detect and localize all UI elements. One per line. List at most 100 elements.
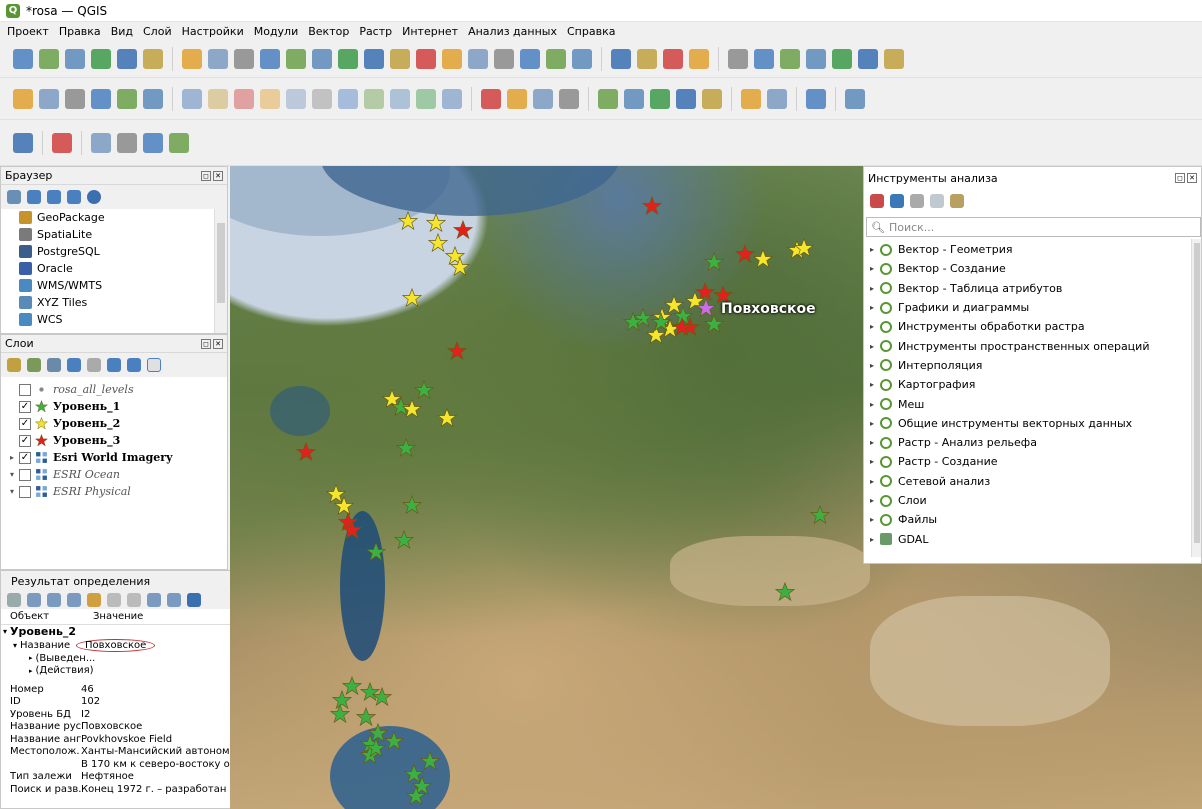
menu-item-0[interactable]: Проект <box>2 25 54 38</box>
collapse-all-icon[interactable] <box>67 190 81 204</box>
digitize-line-icon[interactable] <box>182 88 202 109</box>
new-3d-view-icon[interactable] <box>468 48 488 69</box>
browser-item-0[interactable]: GeoPackage <box>1 209 227 226</box>
expand-arrow-icon[interactable]: ▸ <box>864 284 880 293</box>
options-icon[interactable] <box>950 194 964 208</box>
processing-icon[interactable] <box>52 132 72 153</box>
processing-group-12[interactable]: ▸ Сетевой анализ <box>864 472 1201 491</box>
expand-arrow-icon[interactable]: ▸ <box>864 496 880 505</box>
select-value-icon[interactable] <box>689 48 709 69</box>
open-project-icon[interactable] <box>39 48 59 69</box>
red-star-marker[interactable] <box>447 341 467 361</box>
refresh-icon[interactable] <box>572 48 592 69</box>
red-star-marker[interactable] <box>642 196 662 216</box>
green-star-marker[interactable] <box>420 751 440 771</box>
settings-icon[interactable] <box>780 48 800 69</box>
processing-group-3[interactable]: ▸ Графики и диаграммы <box>864 298 1201 317</box>
green-star-marker[interactable] <box>414 380 434 400</box>
yellow-star-marker[interactable] <box>450 257 470 277</box>
processing-group-8[interactable]: ▸ Меш <box>864 394 1201 413</box>
zoom-out-icon[interactable] <box>260 48 280 69</box>
expand-arrow-icon[interactable]: ▸ <box>864 419 880 428</box>
yellow-star-marker[interactable] <box>753 249 773 269</box>
label-show-icon[interactable] <box>598 88 618 109</box>
sum-icon[interactable] <box>806 48 826 69</box>
save-edits-icon[interactable] <box>234 88 254 109</box>
collapse-all-icon[interactable] <box>127 358 141 372</box>
close-icon[interactable]: ✕ <box>213 338 223 349</box>
yellow-star-marker[interactable] <box>398 211 418 231</box>
edit-pencil-icon[interactable] <box>91 88 111 109</box>
green-star-marker[interactable] <box>384 731 404 751</box>
green-star-marker[interactable] <box>394 530 414 550</box>
zoom-feature-icon[interactable] <box>107 593 121 607</box>
expand-arrow-icon[interactable]: ▾ <box>5 487 19 496</box>
copy-feature-icon[interactable] <box>87 593 101 607</box>
save-as-icon[interactable] <box>91 48 111 69</box>
processing-group-5[interactable]: ▸ Инструменты пространственных операций <box>864 336 1201 355</box>
print-icon[interactable] <box>127 593 141 607</box>
filter-icon[interactable] <box>47 190 61 204</box>
menu-item-5[interactable]: Модули <box>249 25 304 38</box>
label-rotate-icon[interactable] <box>650 88 670 109</box>
expand-arrow-icon[interactable]: ▸ <box>864 400 880 409</box>
filter-expression-icon[interactable] <box>87 358 101 372</box>
results-icon[interactable] <box>930 194 944 208</box>
layer-item-2[interactable]: ✓ Уровень_2 <box>19 415 227 432</box>
menu-item-7[interactable]: Растр <box>354 25 397 38</box>
edit-toggle-icon[interactable] <box>39 88 59 109</box>
expand-arrow-icon[interactable]: ▸ <box>5 453 19 462</box>
layer-checkbox[interactable] <box>19 383 31 396</box>
yellow-star-marker[interactable] <box>437 408 457 428</box>
browser-item-4[interactable]: WMS/WMTS <box>1 277 227 294</box>
red-star-marker[interactable] <box>342 520 362 540</box>
close-icon[interactable]: ✕ <box>213 170 223 181</box>
python-icon[interactable] <box>806 88 826 109</box>
expand-arrow-icon[interactable]: ▸ <box>864 264 880 273</box>
zoom-next-icon[interactable] <box>416 48 436 69</box>
print-layout-icon[interactable] <box>117 48 137 69</box>
menu-item-4[interactable]: Настройки <box>177 25 249 38</box>
identify-mode-icon[interactable] <box>147 593 161 607</box>
layer-item-0[interactable]: rosa_all_levels <box>19 381 227 398</box>
red-star-marker[interactable] <box>296 442 316 462</box>
processing-group-0[interactable]: ▸ Вектор - Геометрия <box>864 240 1201 259</box>
browser-item-1[interactable]: SpatiaLite <box>1 226 227 243</box>
expand-arrow-icon[interactable]: ▸ <box>864 303 880 312</box>
processing-group-15[interactable]: ▸ GDAL <box>864 529 1201 548</box>
expand-arrow-icon[interactable]: ▸ <box>864 438 880 447</box>
add-feature-icon[interactable] <box>117 88 137 109</box>
digitize-layer-icon[interactable] <box>13 88 33 109</box>
expand-all-icon[interactable] <box>107 358 121 372</box>
processing-group-7[interactable]: ▸ Картография <box>864 375 1201 394</box>
expand-tree-icon[interactable] <box>27 593 41 607</box>
layer-item-3[interactable]: ✓ Уровень_3 <box>19 432 227 449</box>
save-project-icon[interactable] <box>65 48 85 69</box>
new-project-icon[interactable] <box>13 48 33 69</box>
select-icon[interactable] <box>637 48 657 69</box>
expand-new-icon[interactable] <box>67 593 81 607</box>
redo-icon[interactable] <box>442 88 462 109</box>
label-abc-icon[interactable] <box>533 88 553 109</box>
annotation-icon[interactable] <box>884 48 904 69</box>
processing-group-6[interactable]: ▸ Интерполяция <box>864 356 1201 375</box>
layer-checkbox[interactable]: ✓ <box>19 400 31 413</box>
yellow-star-marker[interactable] <box>794 238 814 258</box>
info-icon[interactable] <box>87 190 101 204</box>
browser-item-6[interactable]: WCS <box>1 311 227 328</box>
remove-layer-icon[interactable] <box>147 358 161 372</box>
green-star-marker[interactable] <box>402 495 422 515</box>
green-star-marker[interactable] <box>330 704 350 724</box>
green-star-marker[interactable] <box>396 438 416 458</box>
profile-icon[interactable] <box>13 132 33 153</box>
expand-arrow-icon[interactable]: ▸ <box>864 322 880 331</box>
processing-group-4[interactable]: ▸ Инструменты обработки растра <box>864 317 1201 336</box>
processing-search-input[interactable]: 🔍︎ Поиск... <box>866 217 1201 237</box>
green-star-marker[interactable] <box>623 312 643 332</box>
float-icon[interactable]: ◻ <box>1175 173 1185 183</box>
history-icon[interactable] <box>910 194 924 208</box>
layer-checkbox[interactable]: ✓ <box>19 434 31 447</box>
menu-item-1[interactable]: Правка <box>54 25 106 38</box>
identify-settings-icon[interactable] <box>167 593 181 607</box>
green-star-marker[interactable] <box>775 582 795 602</box>
